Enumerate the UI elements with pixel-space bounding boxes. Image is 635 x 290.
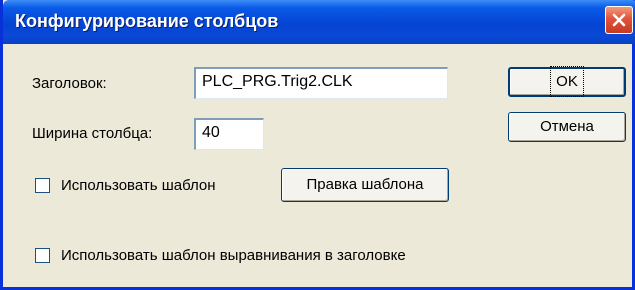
header-input[interactable]: PLC_PRG.Trig2.CLK <box>194 67 448 99</box>
close-icon <box>612 13 626 27</box>
use-align-template-label: Использовать шаблон выравнивания в загол… <box>61 247 406 264</box>
edit-template-button-label: Правка шаблона <box>306 176 424 193</box>
edit-template-button[interactable]: Правка шаблона <box>281 168 449 202</box>
window-title: Конфигурирование столбцов <box>15 11 279 31</box>
header-label: Заголовок: <box>32 75 107 92</box>
cancel-button-label: Отмена <box>540 118 594 135</box>
ok-button[interactable]: OK <box>508 66 626 97</box>
ok-button-label: OK <box>550 66 584 97</box>
use-template-label: Использовать шаблон <box>61 177 216 194</box>
close-button[interactable] <box>605 6 633 34</box>
use-template-checkbox[interactable] <box>35 178 50 193</box>
column-config-dialog: Конфигурирование столбцов Заголовок: PLC… <box>0 0 635 290</box>
cancel-button[interactable]: Отмена <box>508 112 626 142</box>
width-input[interactable]: 40 <box>194 118 264 150</box>
width-label: Ширина столбца: <box>32 125 153 142</box>
use-align-template-checkbox[interactable] <box>35 248 50 263</box>
title-bar[interactable]: Конфигурирование столбцов <box>3 0 635 44</box>
